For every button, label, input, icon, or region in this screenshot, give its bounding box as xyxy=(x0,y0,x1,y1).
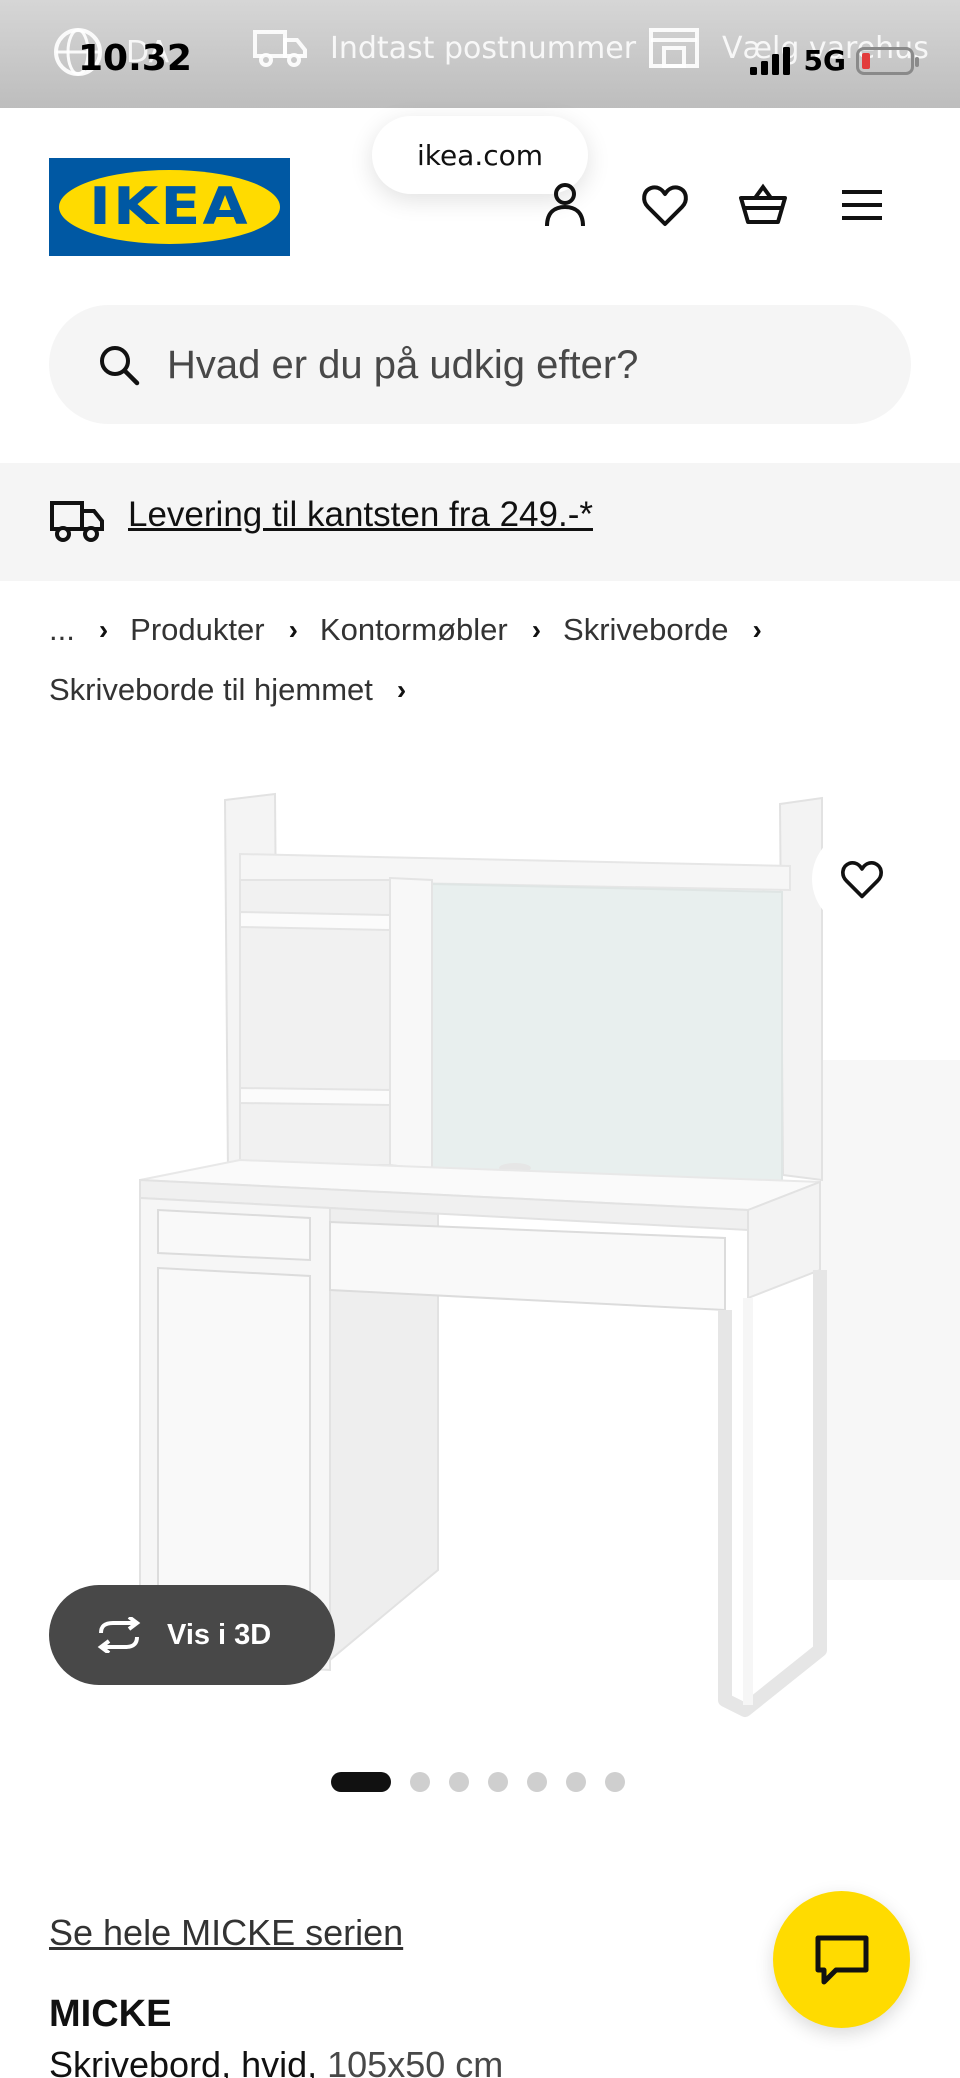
gallery-pagination xyxy=(331,1772,625,1792)
search-input[interactable] xyxy=(167,325,867,405)
basket-icon[interactable] xyxy=(738,180,788,230)
chat-bubble-icon xyxy=(815,1935,869,1985)
chevron-right-icon: › xyxy=(288,614,298,645)
series-link[interactable]: Se hele MICKE serien xyxy=(49,1912,403,1954)
product-type: Skrivebord, hvid, xyxy=(49,2044,318,2078)
delivery-link[interactable]: Levering til kantsten fra 249.-* xyxy=(128,495,593,535)
breadcrumb-ellipsis[interactable]: ... xyxy=(49,612,75,648)
chevron-right-icon: › xyxy=(396,674,407,705)
gallery-dot-active[interactable] xyxy=(331,1772,391,1792)
product-name: MICKE xyxy=(49,1993,172,2035)
gallery-dot[interactable] xyxy=(488,1772,508,1792)
postcode-link[interactable]: Indtast postnummer xyxy=(252,26,636,70)
logo-text: IKEA xyxy=(89,177,250,237)
chevron-right-icon: › xyxy=(98,614,109,645)
heart-icon xyxy=(841,861,883,899)
breadcrumb-item[interactable]: Skriveborde xyxy=(563,612,728,648)
view-3d-button[interactable]: Vis i 3D xyxy=(49,1585,335,1685)
view-3d-label: Vis i 3D xyxy=(167,1618,272,1651)
truck-icon xyxy=(253,30,307,67)
network-label: 5G xyxy=(803,44,846,77)
chevron-right-icon: › xyxy=(531,614,542,645)
gallery-dot[interactable] xyxy=(605,1772,625,1792)
top-strip: DA Indtast postnummer Vælg varehus 10.32… xyxy=(0,0,960,108)
battery-icon xyxy=(856,46,919,75)
breadcrumb-item[interactable]: Skriveborde til hjemmet xyxy=(49,672,373,708)
gallery-dot[interactable] xyxy=(566,1772,586,1792)
chevron-right-icon: › xyxy=(752,614,762,645)
gallery-dot[interactable] xyxy=(410,1772,430,1792)
search-icon xyxy=(100,346,140,386)
delivery-truck-icon xyxy=(50,501,104,542)
status-time: 10.32 xyxy=(78,38,192,79)
menu-icon[interactable] xyxy=(837,180,887,230)
postcode-label: Indtast postnummer xyxy=(330,30,637,66)
breadcrumb-item[interactable]: Produkter xyxy=(130,612,264,648)
product-dimensions: 105x50 cm xyxy=(327,2044,504,2078)
heart-icon[interactable] xyxy=(640,180,690,230)
ikea-logo[interactable]: IKEA xyxy=(49,158,290,256)
save-favourite-button[interactable] xyxy=(812,829,912,929)
store-icon xyxy=(649,28,699,68)
gallery-dot[interactable] xyxy=(449,1772,469,1792)
breadcrumb-item[interactable]: Kontormøbler xyxy=(320,612,508,648)
profile-icon[interactable] xyxy=(540,180,590,230)
signal-icon xyxy=(749,46,790,75)
status-indicators: 5G xyxy=(749,44,919,77)
delivery-banner: Levering til kantsten fra 249.-* xyxy=(0,463,960,581)
rotate-3d-icon xyxy=(97,1617,141,1653)
url-text: ikea.com xyxy=(416,138,544,172)
search-bar[interactable] xyxy=(49,305,911,424)
product-description: Skrivebord, hvid, 105x50 cm xyxy=(49,2044,503,2078)
gallery-dot[interactable] xyxy=(527,1772,547,1792)
chat-button[interactable] xyxy=(773,1891,910,2028)
